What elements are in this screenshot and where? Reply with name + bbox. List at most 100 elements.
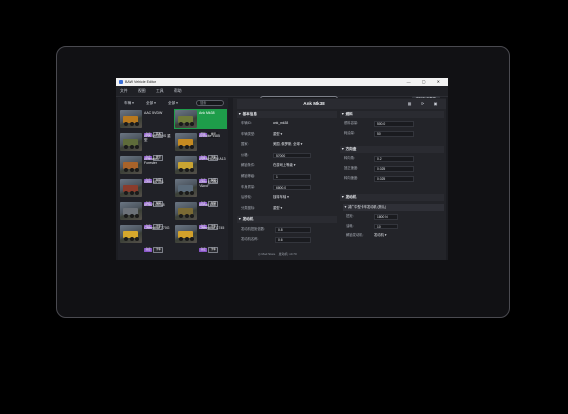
property-input[interactable]: 6800.0 bbox=[273, 184, 311, 191]
vehicle-name: Aramatec Forester bbox=[144, 157, 159, 165]
vehicle-tag: 自定 bbox=[144, 248, 153, 252]
app-window: BAW Vehicle Editor — ▢ ✕ 文件 视图 工具 帮助 Sno… bbox=[116, 78, 448, 260]
vehicle-tags: 自定 基本 bbox=[144, 122, 164, 138]
property-label: 发动机名称: bbox=[241, 237, 259, 241]
property-row: 车辆类型: 重型 ▾ bbox=[241, 131, 311, 138]
property-input[interactable]: 10 bbox=[374, 223, 398, 229]
vehicle-list-panel: 车辆 ▾ 全部 ▾ 全部 ▾ 搜索 AAC 5VDW 自定 基本 Ank Mk38 原版… bbox=[118, 98, 228, 260]
property-row: 扭矩: 1800 N bbox=[346, 213, 398, 220]
property-row: 回正速度: 0.025 bbox=[344, 165, 414, 172]
property-row: 转向速度: 0.025 bbox=[344, 175, 414, 182]
vehicle-name: Ankalite 1185 bbox=[199, 134, 220, 138]
vehicle-card[interactable]: Caterpillar C745 自定 卡车 bbox=[174, 224, 227, 253]
property-input[interactable]: 0.8 bbox=[275, 227, 311, 233]
section-steering[interactable]: ▼ 方向盘 bbox=[340, 146, 444, 153]
vehicle-card[interactable]: AVENHORN A13 自定 车辆 bbox=[174, 155, 227, 184]
section-engine-group[interactable]: ▼ 发动机 bbox=[340, 194, 444, 201]
menu-view[interactable]: 视图 bbox=[138, 86, 146, 96]
vehicle-card[interactable]: ANK MK38HS 重型 自定 重型 bbox=[119, 132, 172, 161]
title-bar: BAW Vehicle Editor — ▢ ✕ bbox=[116, 78, 448, 86]
property-row: 耗油量: 50 bbox=[344, 130, 414, 137]
property-dropdown[interactable]: 在游戏上等级 ▾ bbox=[273, 162, 295, 169]
section-fuel[interactable]: ▼ 燃料 bbox=[340, 111, 444, 118]
property-dropdown[interactable]: 重型 ▾ bbox=[273, 131, 282, 138]
property-dropdown[interactable]: 美国, 俄罗斯, 全球 ▾ bbox=[273, 141, 302, 148]
property-input[interactable]: 1 bbox=[273, 174, 311, 180]
property-row: 后桥轮: 独特车轴 ▾ bbox=[241, 194, 311, 201]
menu-file[interactable]: 文件 bbox=[120, 86, 128, 96]
window-title: BAW Vehicle Editor bbox=[125, 80, 157, 84]
property-label: 油耗: bbox=[346, 223, 354, 228]
property-value[interactable]: ank_mk38 bbox=[273, 120, 288, 127]
engine-group-item[interactable]: ▼ 减广中型卡车发动机 (默认) bbox=[343, 204, 444, 211]
property-input[interactable]: 0.025 bbox=[374, 176, 414, 182]
section-engine[interactable]: ▼ 发动机 bbox=[237, 216, 337, 223]
property-row: 解锁条件: 在游戏上等级 ▾ bbox=[241, 162, 311, 169]
property-label: 车辆ID: bbox=[241, 121, 252, 125]
vehicle-name: AVENHORN A13 bbox=[199, 157, 226, 161]
property-dropdown[interactable]: 发动机 ▾ bbox=[374, 232, 386, 239]
vehicle-thumbnail bbox=[120, 156, 142, 174]
app-logo-icon bbox=[119, 80, 123, 84]
property-label: 价格: bbox=[241, 152, 249, 157]
property-input[interactable]: 50 bbox=[374, 131, 414, 137]
vehicle-thumbnail bbox=[175, 110, 197, 128]
property-row: 转向角: 0.2 bbox=[344, 155, 414, 162]
property-row: 分类图标: 重型 ▾ bbox=[241, 205, 311, 212]
vehicle-card[interactable]: Burlak 8x8 自定 卡车 bbox=[174, 201, 227, 230]
property-row: 油耗: 10 bbox=[346, 223, 398, 230]
property-input[interactable]: 0.025 bbox=[374, 166, 414, 172]
status-right: 发动机: v0.70 bbox=[278, 252, 297, 256]
vehicle-name: Azov 4S 101 bbox=[144, 180, 164, 184]
vehicle-name: ANK MK38HS 重型 bbox=[144, 134, 171, 142]
vehicle-tags: 自定 车辆 bbox=[199, 168, 219, 184]
filter-dropdown-1[interactable]: 全部 ▾ bbox=[146, 100, 156, 106]
property-label: 后桥轮: bbox=[241, 195, 252, 200]
vehicle-card[interactable]: Caterpillar 770G 自定 卡车 bbox=[119, 224, 172, 253]
section-basic-info[interactable]: ▼ 基本信息 bbox=[237, 111, 337, 118]
vehicle-name: Ank Mk38 bbox=[199, 111, 215, 115]
vehicle-thumbnail bbox=[175, 202, 197, 220]
vehicle-card[interactable]: Ank Mk38 原版 重型 bbox=[174, 109, 227, 138]
property-label: 车身质量: bbox=[241, 184, 256, 189]
property-input[interactable]: 0.6 bbox=[275, 237, 311, 243]
property-dropdown[interactable]: 独特车轴 ▾ bbox=[273, 194, 289, 201]
detail-header: Ank Mk38 ▦ ⟳ ▣ bbox=[237, 99, 446, 109]
vehicle-card[interactable]: Aramatec Forester 自定 车辆 bbox=[119, 155, 172, 184]
menu-bar: 文件 视图 工具 帮助 SnowRunner ▼ 移除所选载具 bbox=[116, 86, 448, 102]
menu-help[interactable]: 帮助 bbox=[174, 86, 182, 96]
filter-bar: 车辆 ▾ 全部 ▾ 全部 ▾ 搜索 bbox=[118, 98, 228, 108]
vehicle-thumbnail bbox=[175, 179, 197, 197]
property-row: 车辆ID: ank_mk38 bbox=[241, 120, 311, 127]
sort-dropdown[interactable]: 车辆 ▾ bbox=[124, 100, 134, 106]
vehicle-tag: 自定 bbox=[199, 248, 208, 252]
vehicle-thumbnail bbox=[120, 110, 142, 128]
property-input[interactable]: 57000 bbox=[273, 152, 311, 159]
vehicle-thumbnail bbox=[175, 225, 197, 243]
save-icon[interactable]: ▣ bbox=[433, 101, 438, 106]
property-row: 解锁等级: 1 bbox=[241, 173, 311, 180]
property-input[interactable]: 1800 N bbox=[374, 214, 398, 220]
vehicle-card[interactable]: Azov 4S 101 自定 车辆 bbox=[119, 178, 172, 207]
window-controls[interactable]: — ▢ ✕ bbox=[407, 78, 445, 86]
filter-dropdown-2[interactable]: 全部 ▾ bbox=[168, 100, 178, 106]
property-row: 发动机扭矩倍数: 0.8 bbox=[241, 226, 311, 233]
refresh-icon[interactable]: ⟳ bbox=[420, 101, 425, 106]
property-label: 车辆类型: bbox=[241, 131, 256, 136]
vehicle-card[interactable]: BOAR 45318 自定 卡车 bbox=[119, 201, 172, 230]
vehicle-tags: 自定 卡车 bbox=[199, 145, 219, 161]
vehicle-search-input[interactable]: 搜索 bbox=[196, 100, 224, 106]
vehicle-card[interactable]: AAC 5VDW 自定 基本 bbox=[119, 109, 172, 138]
vehicle-card[interactable]: Ankalite 1185 自定 卡车 bbox=[174, 132, 227, 161]
menu-tools[interactable]: 工具 bbox=[156, 86, 164, 96]
vehicle-name: Burlak 8x8 bbox=[199, 203, 216, 207]
property-label: 扭矩: bbox=[346, 214, 354, 218]
property-input[interactable]: 500.0 bbox=[374, 121, 414, 127]
property-dropdown[interactable]: 重型 ▾ bbox=[273, 205, 282, 212]
property-label: 分类图标: bbox=[241, 205, 256, 210]
grid-icon[interactable]: ▦ bbox=[407, 101, 412, 106]
vehicle-card[interactable]: Azov 67080 “Akrol” 自定 车辆 bbox=[174, 178, 227, 207]
property-input[interactable]: 0.2 bbox=[374, 156, 414, 162]
property-row: 燃料容量: 500.0 bbox=[344, 120, 414, 127]
property-row: 车身质量: 6800.0 bbox=[241, 184, 311, 191]
